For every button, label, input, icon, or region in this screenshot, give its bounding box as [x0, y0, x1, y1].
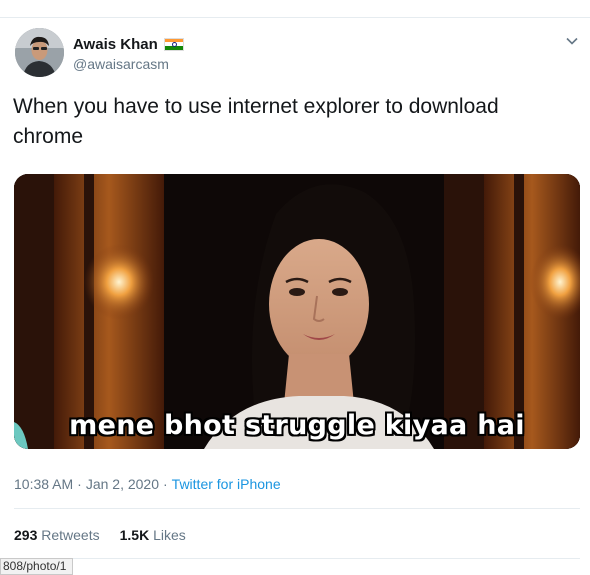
meta-separator: · — [77, 476, 82, 492]
meta-divider — [14, 508, 580, 509]
user-handle[interactable]: @awaisarcasm — [73, 56, 184, 72]
tweet-source-link[interactable]: Twitter for iPhone — [172, 476, 281, 492]
india-flag-icon — [163, 37, 184, 51]
tweet-header: Awais Khan @awaisarcasm — [15, 28, 585, 80]
top-divider — [0, 17, 590, 18]
stats-divider — [14, 558, 580, 559]
likes-label: Likes — [153, 527, 186, 543]
tweet-text: When you have to use internet explorer t… — [13, 95, 499, 148]
avatar[interactable] — [15, 28, 64, 77]
retweets-count: 293 — [14, 527, 38, 543]
likes-count: 1.5K — [119, 527, 150, 543]
tweet-meta: 10:38 AM · Jan 2, 2020 · Twitter for iPh… — [14, 476, 281, 492]
tweet-date[interactable]: Jan 2, 2020 — [86, 476, 159, 492]
likes-stat[interactable]: 1.5K Likes — [120, 527, 186, 543]
tweet-media[interactable]: mene bhot struggle kiyaa hai — [14, 174, 580, 449]
display-name[interactable]: Awais Khan — [73, 36, 158, 53]
status-bar-url: 808/photo/1 — [0, 558, 74, 575]
chevron-down-icon[interactable] — [563, 32, 581, 50]
retweets-stat[interactable]: 293 Retweets — [14, 527, 100, 543]
tweet-time[interactable]: 10:38 AM — [14, 476, 73, 492]
author-names: Awais Khan @awaisarcasm — [73, 35, 184, 72]
retweets-label: Retweets — [41, 527, 100, 543]
meme-caption: mene bhot struggle kiyaa hai — [69, 410, 525, 441]
tweet-stats: 293 Retweets 1.5K Likes — [14, 527, 186, 543]
meta-separator: · — [163, 476, 168, 492]
meme-image — [14, 174, 580, 449]
